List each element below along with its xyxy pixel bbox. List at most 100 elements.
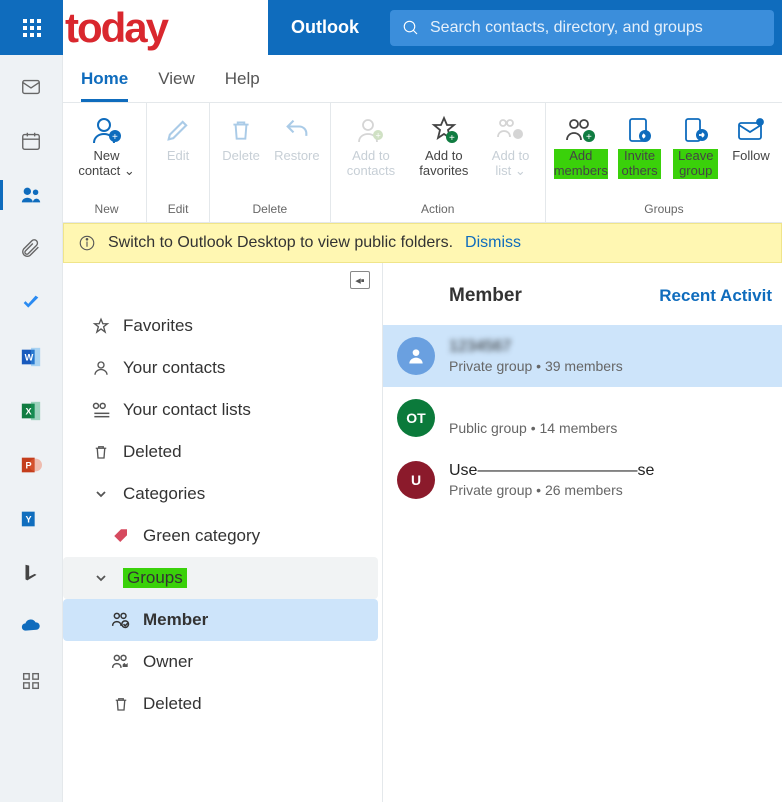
- info-bar: Switch to Outlook Desktop to view public…: [63, 223, 782, 263]
- detail-title: Member: [449, 285, 522, 307]
- app-launcher[interactable]: [0, 0, 63, 55]
- ribbon-group-new: + New contact ⌄ New: [67, 103, 147, 222]
- owner-icon: [111, 653, 131, 671]
- person-plus-icon: +: [356, 116, 386, 144]
- folder-nav: ◂▪ Favorites Your contacts Your contact …: [63, 263, 383, 802]
- org-logo: today: [63, 0, 268, 55]
- onedrive-icon: [19, 616, 43, 638]
- powerpoint-icon: P: [19, 454, 43, 476]
- chevron-down-icon: [95, 488, 107, 500]
- trash-icon: [112, 695, 130, 713]
- info-icon: [78, 234, 96, 252]
- rail-files[interactable]: [17, 237, 45, 261]
- ribbon-group-edit: Edit Edit: [147, 103, 210, 222]
- group-avatar: OT: [397, 399, 435, 437]
- recent-activity-link[interactable]: Recent Activit: [659, 286, 772, 306]
- search-area: [382, 0, 782, 55]
- apps-icon: [19, 670, 43, 692]
- nav-deleted-groups[interactable]: Deleted: [63, 683, 378, 725]
- follow-label: Follow: [732, 149, 770, 164]
- group-row[interactable]: OTO——— T———Public group • 14 members: [383, 387, 782, 449]
- rail-onedrive[interactable]: [17, 615, 45, 639]
- nav-your-contact-lists[interactable]: Your contact lists: [63, 389, 378, 431]
- nav-favorites[interactable]: Favorites: [63, 305, 378, 347]
- person-icon: [92, 359, 110, 377]
- group-desc: Private group • 26 members: [449, 482, 654, 498]
- tab-help[interactable]: Help: [225, 69, 260, 102]
- new-contact-button[interactable]: + New contact ⌄: [73, 109, 140, 200]
- add-to-favorites-button[interactable]: + Add to favorites: [409, 109, 478, 200]
- restore-label: Restore: [274, 149, 320, 164]
- nav-member[interactable]: Member: [63, 599, 378, 641]
- group-list: 1234567Private group • 39 members OT O——— …: [383, 325, 782, 511]
- app-header: today Outlook: [0, 0, 782, 55]
- rail-bing[interactable]: [17, 561, 45, 585]
- add-to-favorites-label: Add to favorites: [413, 149, 474, 179]
- group-row[interactable]: 1234567Private group • 39 members: [383, 325, 782, 387]
- leave-group-button[interactable]: Leave group: [669, 109, 722, 200]
- tag-icon: [112, 527, 130, 545]
- ribbon-group-groups: + Add members Invite others Leave group …: [546, 103, 782, 222]
- undo-icon: [283, 116, 311, 144]
- tab-view[interactable]: View: [158, 69, 195, 102]
- svg-text:Y: Y: [26, 515, 32, 525]
- waffle-icon: [23, 19, 41, 37]
- excel-icon: X: [19, 400, 43, 422]
- nav-deleted-label: Deleted: [123, 442, 182, 462]
- nav-deleted[interactable]: Deleted: [63, 431, 378, 473]
- app-name: Outlook: [291, 17, 359, 38]
- pencil-icon: [164, 116, 192, 144]
- word-icon: W: [19, 346, 43, 368]
- todo-icon: [19, 292, 43, 314]
- ribbon-group-label-groups: Groups: [644, 200, 683, 220]
- search-box[interactable]: [390, 10, 774, 46]
- rail-calendar[interactable]: [17, 129, 45, 153]
- logo-text: today: [65, 7, 167, 49]
- nav-your-contacts-label: Your contacts: [123, 358, 225, 378]
- add-members-label: Add members: [554, 149, 608, 179]
- people-icon: [19, 184, 43, 206]
- tab-home[interactable]: Home: [81, 69, 128, 102]
- group-name: O——— T———: [449, 400, 617, 418]
- group-avatar: [397, 337, 435, 375]
- calendar-icon: [19, 130, 43, 152]
- rail-todo[interactable]: [17, 291, 45, 315]
- group-row[interactable]: UUse——————————sePrivate group • 26 membe…: [383, 449, 782, 511]
- nav-collapse-button[interactable]: ◂▪: [350, 271, 370, 289]
- invite-others-button[interactable]: Invite others: [614, 109, 666, 200]
- new-contact-label: New contact: [78, 148, 120, 178]
- nav-categories[interactable]: Categories: [63, 473, 378, 515]
- nav-your-contacts[interactable]: Your contacts: [63, 347, 378, 389]
- rail-powerpoint[interactable]: P: [17, 453, 45, 477]
- attach-icon: [19, 238, 43, 260]
- trash-icon: [228, 116, 254, 144]
- dismiss-link[interactable]: Dismiss: [465, 234, 521, 252]
- rail-people[interactable]: [17, 183, 45, 207]
- delete-button: Delete: [216, 109, 266, 200]
- nav-owner[interactable]: Owner: [63, 641, 378, 683]
- rail-more-apps[interactable]: [17, 669, 45, 693]
- edit-label: Edit: [167, 149, 189, 164]
- rail-mail[interactable]: [17, 75, 45, 99]
- leave-icon: [681, 116, 711, 144]
- rail-word[interactable]: W: [17, 345, 45, 369]
- ribbon-group-label-delete: Delete: [253, 200, 288, 220]
- chevron-down-icon: [95, 572, 107, 584]
- trash-icon: [92, 443, 110, 461]
- group-info: 1234567Private group • 39 members: [449, 338, 623, 374]
- group-avatar: U: [397, 461, 435, 499]
- rail-excel[interactable]: X: [17, 399, 45, 423]
- search-input[interactable]: [430, 19, 762, 37]
- add-to-list-label: Add to list: [492, 148, 530, 178]
- invite-others-label: Invite others: [618, 149, 662, 179]
- follow-button[interactable]: Follow: [726, 109, 776, 200]
- content-row: ◂▪ Favorites Your contacts Your contact …: [63, 263, 782, 802]
- group-name: 1234567: [449, 338, 623, 356]
- mail-icon: [19, 76, 43, 98]
- rail-yammer[interactable]: Y: [17, 507, 45, 531]
- nav-categories-label: Categories: [123, 484, 205, 504]
- add-members-button[interactable]: + Add members: [552, 109, 610, 200]
- nav-groups[interactable]: Groups: [63, 557, 378, 599]
- nav-green-category[interactable]: Green category: [63, 515, 378, 557]
- nav-groups-label: Groups: [123, 568, 187, 588]
